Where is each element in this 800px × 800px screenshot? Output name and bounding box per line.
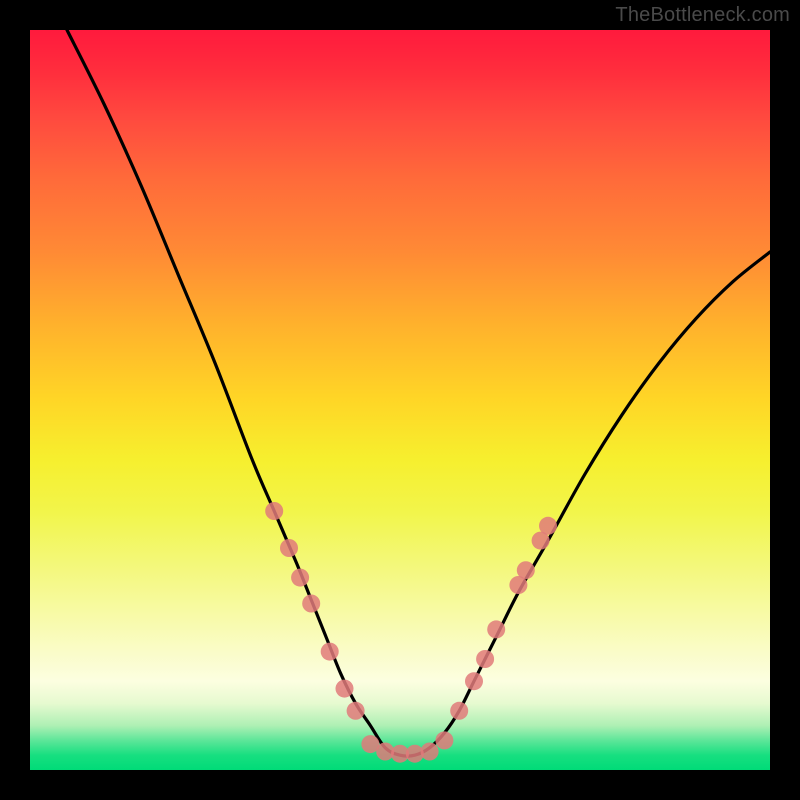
chart-svg bbox=[30, 30, 770, 770]
marker-dot bbox=[539, 517, 557, 535]
marker-dot bbox=[302, 595, 320, 613]
chart-frame: TheBottleneck.com bbox=[0, 0, 800, 800]
marker-dot bbox=[476, 650, 494, 668]
marker-dot bbox=[435, 731, 453, 749]
curve-path bbox=[67, 30, 770, 756]
marker-dot bbox=[465, 672, 483, 690]
marker-dot bbox=[265, 502, 283, 520]
marker-dot bbox=[487, 620, 505, 638]
marker-dot bbox=[450, 702, 468, 720]
marker-dot bbox=[280, 539, 298, 557]
watermark-text: TheBottleneck.com bbox=[615, 4, 790, 27]
plot-area bbox=[30, 30, 770, 770]
marker-dot bbox=[291, 569, 309, 587]
marker-dot bbox=[421, 743, 439, 761]
markers-group bbox=[265, 502, 557, 763]
marker-dot bbox=[347, 702, 365, 720]
marker-dot bbox=[517, 561, 535, 579]
marker-dot bbox=[336, 680, 354, 698]
marker-dot bbox=[321, 643, 339, 661]
